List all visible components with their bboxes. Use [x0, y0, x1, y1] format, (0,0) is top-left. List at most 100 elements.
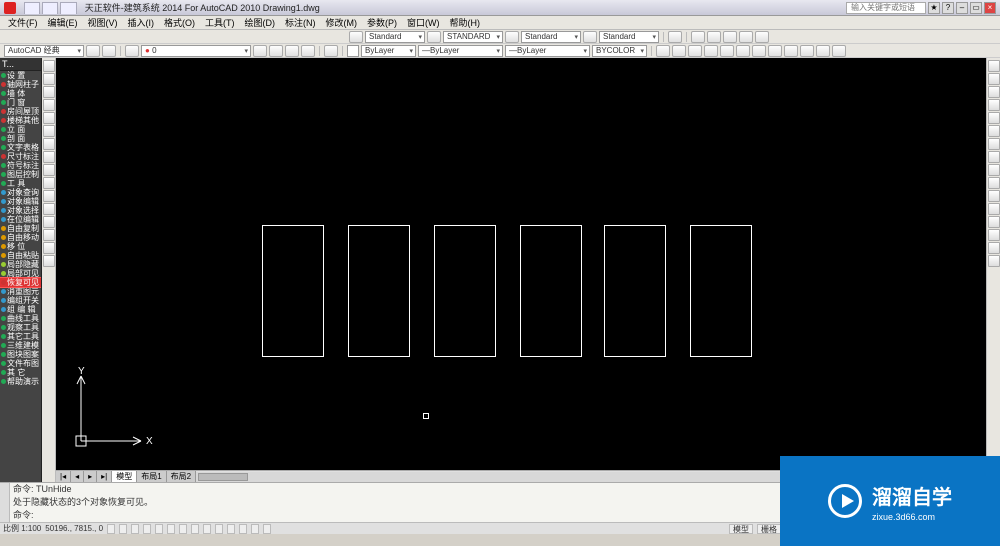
layer-button[interactable] [269, 45, 283, 57]
drawing-rectangle[interactable] [690, 225, 752, 357]
rotate-tool[interactable] [988, 138, 1000, 150]
join-tool[interactable] [988, 216, 1000, 228]
mirror-tool[interactable] [988, 86, 1000, 98]
tool-button[interactable] [832, 45, 846, 57]
mleader-style-icon[interactable] [583, 31, 597, 43]
help-icon[interactable]: ? [942, 2, 954, 14]
toggle-button[interactable] [107, 524, 115, 534]
save-button[interactable] [704, 45, 718, 57]
text-style-icon[interactable] [349, 31, 363, 43]
scale-label[interactable]: 比例 1:100 [3, 523, 41, 534]
chamfer-tool[interactable] [988, 229, 1000, 241]
tool-button[interactable] [800, 45, 814, 57]
scale-tool[interactable] [988, 151, 1000, 163]
drawing-rectangle[interactable] [348, 225, 410, 357]
h-scroll-thumb[interactable] [198, 473, 248, 481]
linetype-combo[interactable]: — ByLayer [418, 45, 503, 57]
color-combo[interactable]: ByLayer [361, 45, 416, 57]
hatch-tool[interactable] [43, 164, 55, 176]
redo-button[interactable] [752, 45, 766, 57]
circle-tool[interactable] [43, 125, 55, 137]
ellipse-tool[interactable] [43, 151, 55, 163]
layout-tab-1[interactable]: 布局1 [137, 471, 166, 482]
open-button[interactable] [688, 45, 702, 57]
window-button[interactable] [755, 31, 769, 43]
text-tool[interactable] [43, 177, 55, 189]
point-tool[interactable] [43, 203, 55, 215]
rectangle-tool[interactable] [43, 99, 55, 111]
toggle-button[interactable] [167, 524, 175, 534]
toggle-button[interactable] [227, 524, 235, 534]
menu-draw[interactable]: 绘图(D) [241, 16, 280, 29]
menu-insert[interactable]: 插入(I) [124, 16, 159, 29]
undo-button[interactable] [736, 45, 750, 57]
status-toggle-grid[interactable]: 栅格 [757, 524, 781, 534]
minimize-button[interactable]: – [956, 2, 968, 14]
tab-nav-prev[interactable]: ◂ [71, 471, 84, 482]
offset-tool[interactable] [988, 99, 1000, 111]
array-tool[interactable] [988, 112, 1000, 124]
table-style-combo[interactable]: Standard [521, 31, 581, 43]
layer-button[interactable] [253, 45, 267, 57]
layer-button[interactable] [301, 45, 315, 57]
toggle-button[interactable] [119, 524, 127, 534]
toggle-button[interactable] [251, 524, 259, 534]
mleader-style-combo[interactable]: Standard [599, 31, 659, 43]
toggle-button[interactable] [263, 524, 271, 534]
drawing-rectangle[interactable] [604, 225, 666, 357]
menu-tools[interactable]: 工具(T) [201, 16, 239, 29]
color-swatch[interactable] [347, 45, 359, 57]
menu-view[interactable]: 视图(V) [84, 16, 122, 29]
insert-block-button[interactable] [668, 31, 682, 43]
menu-format[interactable]: 格式(O) [160, 16, 199, 29]
block-tool[interactable] [43, 255, 55, 267]
stretch-tool[interactable] [988, 164, 1000, 176]
break-tool[interactable] [988, 203, 1000, 215]
pline-tool[interactable] [43, 73, 55, 85]
text-style-combo[interactable]: Standard [365, 31, 425, 43]
star-icon[interactable]: ★ [928, 2, 940, 14]
fillet-tool[interactable] [988, 242, 1000, 254]
title-tab[interactable] [24, 2, 40, 14]
menu-file[interactable]: 文件(F) [4, 16, 42, 29]
help-search-input[interactable] [846, 2, 926, 14]
tool-button[interactable] [324, 45, 338, 57]
window-button[interactable] [691, 31, 705, 43]
table-tool[interactable] [43, 190, 55, 202]
print-button[interactable] [720, 45, 734, 57]
maximize-button[interactable]: ▭ [970, 2, 982, 14]
close-button[interactable]: × [984, 2, 996, 14]
tool-button[interactable] [102, 45, 116, 57]
table-style-icon[interactable] [505, 31, 519, 43]
status-toggle-model[interactable]: 模型 [729, 524, 753, 534]
layer-button[interactable] [285, 45, 299, 57]
menu-window[interactable]: 窗口(W) [403, 16, 444, 29]
move-tool[interactable] [988, 125, 1000, 137]
menu-dimension[interactable]: 标注(N) [281, 16, 320, 29]
polygon-tool[interactable] [43, 86, 55, 98]
drawing-rectangle[interactable] [262, 225, 324, 357]
dim-style-icon[interactable] [427, 31, 441, 43]
toggle-button[interactable] [131, 524, 139, 534]
toggle-button[interactable] [215, 524, 223, 534]
tangent-item[interactable]: 帮助演示 [0, 377, 41, 386]
toggle-button[interactable] [179, 524, 187, 534]
workspace-settings-button[interactable] [86, 45, 100, 57]
copy-tool[interactable] [988, 73, 1000, 85]
toggle-button[interactable] [155, 524, 163, 534]
toggle-button[interactable] [191, 524, 199, 534]
tab-nav-next[interactable]: ▸ [84, 471, 97, 482]
tool-button[interactable] [656, 45, 670, 57]
trim-tool[interactable] [988, 177, 1000, 189]
title-tab[interactable] [42, 2, 58, 14]
workspace-combo[interactable]: AutoCAD 经典 [4, 45, 84, 57]
lineweight-combo[interactable]: — ByLayer [505, 45, 590, 57]
dim-style-combo[interactable]: STANDARD [443, 31, 503, 43]
drawing-rectangle[interactable] [520, 225, 582, 357]
toggle-button[interactable] [239, 524, 247, 534]
layer-combo[interactable]: ● 0 [141, 45, 251, 57]
menu-help[interactable]: 帮助(H) [446, 16, 485, 29]
tool-button[interactable] [784, 45, 798, 57]
window-button[interactable] [723, 31, 737, 43]
layer-props-button[interactable] [125, 45, 139, 57]
